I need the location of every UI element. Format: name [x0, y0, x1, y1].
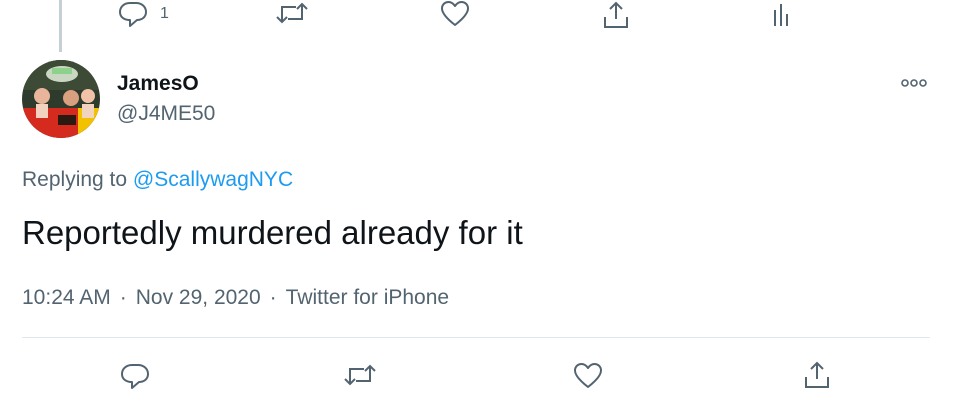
heart-icon [440, 0, 470, 28]
heart-icon [573, 362, 603, 390]
reply-icon [118, 0, 148, 28]
user-handle[interactable]: @J4ME50 [117, 102, 215, 126]
share-icon [601, 0, 631, 30]
replying-to-mention-link[interactable]: @ScallywagNYC [133, 168, 293, 191]
retweet-button[interactable] [343, 362, 377, 388]
replying-to-line: Replying to @ScallywagNYC [22, 168, 293, 192]
divider [22, 337, 930, 338]
thread-connector-line [59, 0, 62, 52]
tweet-metadata: 10:24 AM · Nov 29, 2020 · Twitter for iPhone [22, 286, 449, 310]
tweet-time[interactable]: 10:24 AM [22, 286, 111, 309]
more-options-icon [898, 79, 932, 98]
more-options-button[interactable] [898, 72, 932, 94]
tweet-source[interactable]: Twitter for iPhone [286, 286, 449, 309]
bar-chart-icon [770, 0, 794, 28]
parent-reply-button[interactable]: 1 [118, 0, 169, 28]
reply-button[interactable] [120, 362, 150, 390]
reply-icon [120, 362, 150, 390]
parent-retweet-button[interactable] [275, 0, 309, 26]
retweet-icon [343, 362, 377, 388]
share-button[interactable] [802, 360, 832, 390]
share-icon [802, 360, 832, 390]
display-name[interactable]: JamesO [117, 72, 199, 96]
parent-analytics-button[interactable] [770, 0, 794, 28]
tweet-date[interactable]: Nov 29, 2020 [136, 286, 261, 309]
parent-like-button[interactable] [440, 0, 470, 28]
tweet-text: Reportedly murdered already for it [22, 214, 523, 251]
like-button[interactable] [573, 362, 603, 390]
replying-to-label: Replying to [22, 168, 128, 191]
meta-separator: · [119, 286, 127, 309]
meta-separator: · [269, 286, 277, 309]
avatar-image [22, 60, 100, 138]
avatar[interactable] [22, 60, 100, 138]
parent-reply-count: 1 [160, 5, 169, 22]
retweet-icon [275, 0, 309, 26]
parent-share-button[interactable] [601, 0, 631, 30]
